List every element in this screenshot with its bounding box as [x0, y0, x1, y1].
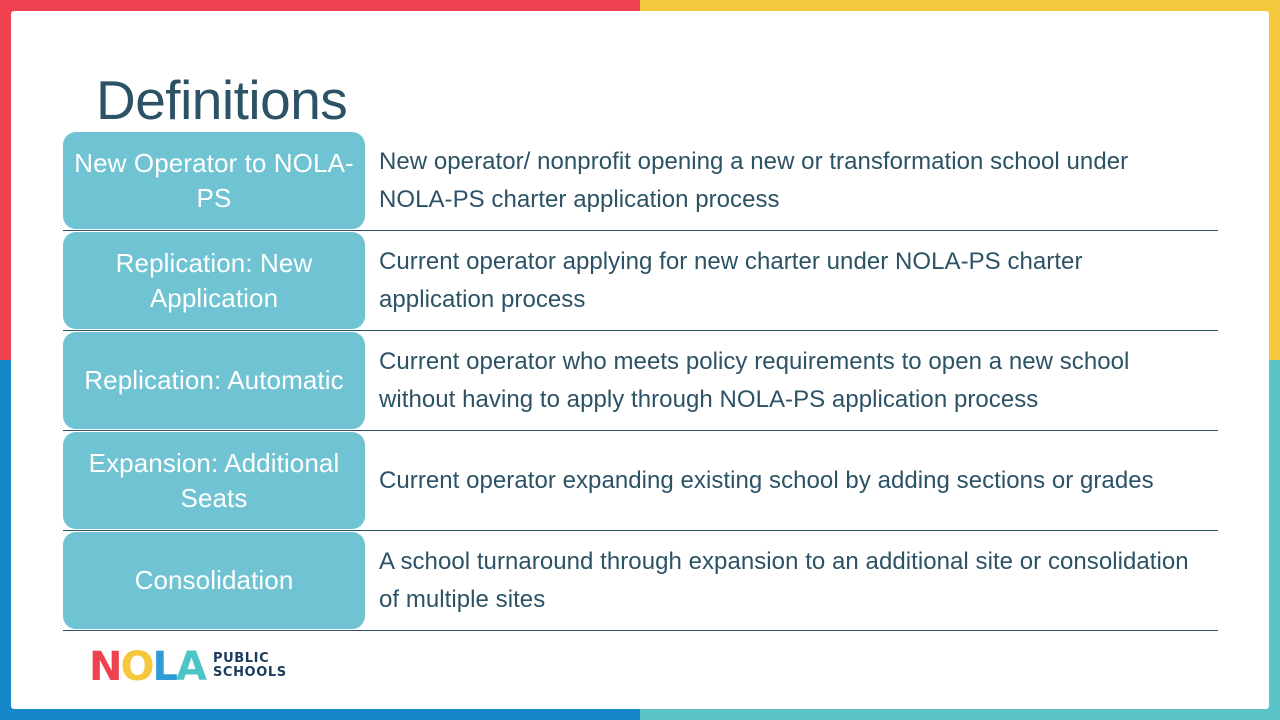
logo-letter-a: A [176, 644, 207, 690]
border-strip-top-left [0, 0, 640, 11]
logo-letter-n: N [89, 644, 123, 690]
corner-mask-top-left [0, 0, 22, 22]
border-strip-right-bottom [1269, 360, 1280, 720]
definition-term: Expansion: Additional Seats [63, 432, 365, 529]
logo-tagline-line1: PUBLIC [212, 651, 270, 667]
border-strip-left-bottom [0, 360, 11, 720]
table-row: Consolidation A school turnaround throug… [63, 531, 1218, 631]
definitions-table: New Operator to NOLA-PS New operator/ no… [63, 131, 1218, 631]
definition-term: Replication: New Application [63, 232, 365, 329]
table-row: New Operator to NOLA-PS New operator/ no… [63, 131, 1218, 231]
table-row: Expansion: Additional Seats Current oper… [63, 431, 1218, 531]
nola-wordmark-icon: N O L A [89, 644, 207, 690]
logo-letter-o: O [120, 644, 154, 690]
definition-description: Current operator expanding existing scho… [379, 466, 1154, 494]
table-row: Replication: Automatic Current operator … [63, 331, 1218, 431]
border-strip-left-top [0, 0, 11, 360]
logo-tagline-line2: SCHOOLS [212, 665, 287, 680]
slide-content: Definitions New Operator to NOLA-PS New … [11, 11, 1269, 709]
border-strip-top-right [640, 0, 1280, 11]
border-strip-bottom-left [0, 709, 640, 720]
definition-description: Current operator applying for new charte… [379, 248, 1083, 313]
definition-term: New Operator to NOLA-PS [63, 132, 365, 229]
slide: Definitions New Operator to NOLA-PS New … [0, 0, 1280, 720]
logo-tagline: PUBLIC SCHOOLS [213, 652, 287, 681]
border-strip-bottom-right [640, 709, 1280, 720]
page-title: Definitions [96, 69, 348, 131]
logo-letter-l: L [152, 644, 178, 690]
table-row: Replication: New Application Current ope… [63, 231, 1218, 331]
definition-description: Current operator who meets policy requir… [379, 348, 1130, 413]
nola-public-schools-logo: N O L A PUBLIC SCHOOLS [89, 647, 287, 687]
definition-description: A school turnaround through expansion to… [379, 548, 1189, 613]
definition-term: Replication: Automatic [63, 332, 365, 429]
definition-term: Consolidation [63, 532, 365, 629]
border-strip-right-top [1269, 0, 1280, 360]
definition-description: New operator/ nonprofit opening a new or… [379, 148, 1129, 213]
